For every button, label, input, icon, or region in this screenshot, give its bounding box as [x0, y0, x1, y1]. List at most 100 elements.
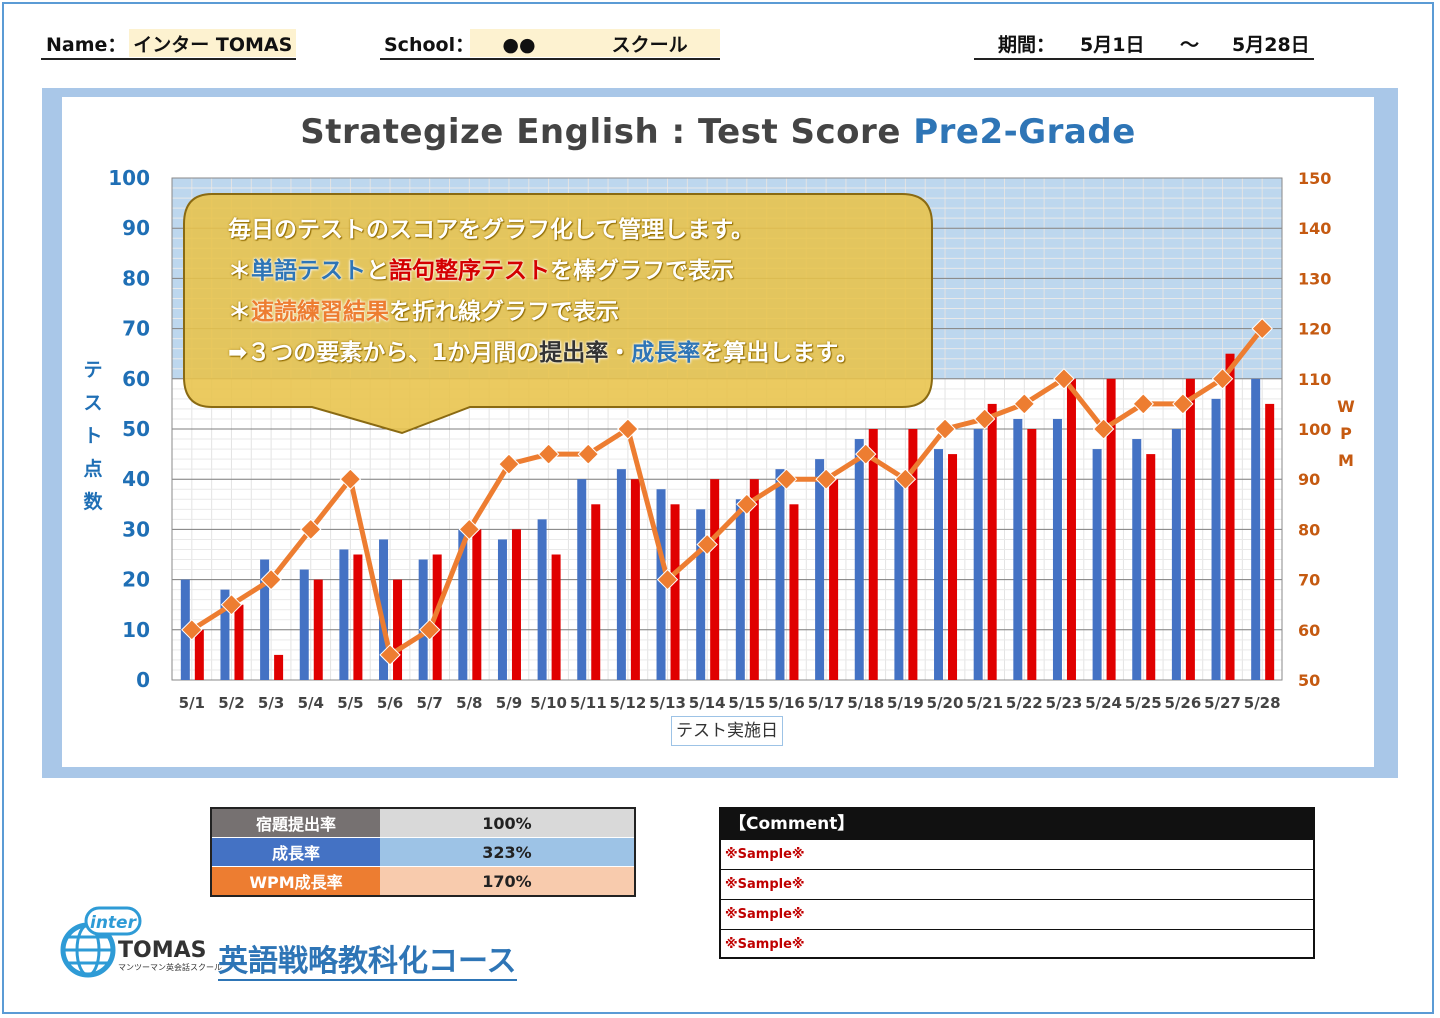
y-tick-label-right: 110 [1298, 370, 1331, 389]
x-tick-label: 5/10 [530, 694, 567, 712]
y-tick-label-right: 150 [1298, 169, 1331, 188]
bar-ordering [829, 479, 839, 680]
x-tick-label: 5/26 [1164, 694, 1201, 712]
y-tick-label-right: 120 [1298, 320, 1331, 339]
y-tick-label-left: 50 [122, 417, 150, 441]
y-tick-label-right: 80 [1298, 520, 1320, 539]
stats-row: 宿題提出率 100% [211, 808, 635, 838]
bar-ordering [313, 579, 323, 680]
y-tick-label-right: 50 [1298, 671, 1320, 690]
bar-ordering [1225, 353, 1235, 680]
stats-value: 100% [380, 808, 635, 838]
x-tick-label: 5/20 [927, 694, 964, 712]
bar-ordering [274, 654, 284, 680]
bar-ordering [591, 504, 601, 680]
comment-row[interactable]: ※Sample※ [721, 839, 1313, 869]
bar-vocab [934, 449, 944, 680]
x-tick-label: 5/22 [1006, 694, 1043, 712]
bar-vocab [1171, 429, 1181, 680]
bar-vocab [894, 479, 904, 680]
stats-row: WPM成長率 170% [211, 866, 635, 897]
bar-vocab [497, 539, 507, 680]
bar-vocab [339, 549, 349, 680]
stats-value: 170% [380, 866, 635, 897]
x-tick-label: 5/25 [1125, 694, 1162, 712]
bar-ordering [710, 479, 720, 680]
x-tick-label: 5/24 [1085, 694, 1122, 712]
x-tick-label: 5/7 [416, 694, 442, 712]
bar-vocab [815, 459, 825, 680]
bar-vocab [1013, 418, 1023, 680]
comment-row[interactable]: ※Sample※ [721, 899, 1313, 929]
y-tick-label-left: 20 [122, 568, 150, 592]
y-tick-label-left: 100 [108, 166, 150, 190]
stats-label: 宿題提出率 [211, 808, 380, 838]
bar-vocab [1052, 418, 1062, 680]
y-axis-label-right: WPM [1337, 397, 1355, 470]
x-tick-label: 5/2 [218, 694, 244, 712]
callout-text: 毎日のテストのスコアをグラフ化して管理します。 ＊単語テストと語句整序テストを棒… [228, 210, 859, 374]
stats-label: WPM成長率 [211, 866, 380, 897]
bar-ordering [393, 579, 403, 680]
stats-row: 成長率 323% [211, 837, 635, 867]
comment-box: 【Comment】 ※Sample※ ※Sample※ ※Sample※ ※Sa… [719, 807, 1315, 959]
x-tick-label: 5/21 [966, 694, 1003, 712]
stats-label: 成長率 [211, 837, 380, 867]
comment-row[interactable]: ※Sample※ [721, 929, 1313, 959]
stats-table: 宿題提出率 100% 成長率 323% WPM成長率 170% [210, 807, 636, 897]
x-tick-label: 5/23 [1046, 694, 1083, 712]
x-tick-label: 5/15 [728, 694, 765, 712]
logo-tagline: マンツーマン英会話スクール [118, 963, 222, 972]
x-tick-label: 5/11 [570, 694, 607, 712]
bar-ordering [511, 529, 521, 680]
y-tick-label-right: 70 [1298, 571, 1320, 590]
y-tick-label-left: 40 [122, 467, 150, 491]
bar-ordering [194, 629, 204, 680]
bar-ordering [987, 403, 997, 680]
x-tick-label: 5/28 [1244, 694, 1281, 712]
y-tick-label-right: 130 [1298, 269, 1331, 288]
bar-ordering [1146, 454, 1156, 680]
bar-vocab [418, 559, 428, 680]
callout-line-4: ➡３つの要素から、1か月間の提出率・成長率を算出します。 [228, 340, 859, 366]
x-tick-label: 5/9 [496, 694, 522, 712]
bar-vocab [696, 509, 706, 680]
bar-vocab [1132, 439, 1142, 680]
y-tick-label-right: 90 [1298, 470, 1320, 489]
x-axis-label: テスト実施日 [671, 716, 783, 746]
y-tick-label-right: 140 [1298, 219, 1331, 238]
x-tick-label: 5/18 [847, 694, 884, 712]
x-tick-label: 5/3 [258, 694, 284, 712]
callout-line-2: ＊単語テストと語句整序テストを棒グラフで表示 [228, 258, 734, 284]
y-tick-label-left: 90 [122, 216, 150, 240]
bar-ordering [630, 479, 640, 680]
bar-ordering [234, 604, 244, 680]
x-tick-label: 5/12 [609, 694, 646, 712]
x-tick-label: 5/4 [298, 694, 324, 712]
x-tick-label: 5/17 [808, 694, 845, 712]
y-tick-label-left: 80 [122, 266, 150, 290]
comment-row[interactable]: ※Sample※ [721, 869, 1313, 899]
bar-vocab [1211, 398, 1221, 680]
bar-vocab [1092, 449, 1102, 680]
bar-ordering [1027, 429, 1037, 680]
bar-ordering [948, 454, 958, 680]
callout-line-3: ＊速読練習結果を折れ線グラフで表示 [228, 299, 619, 325]
x-tick-label: 5/1 [179, 694, 205, 712]
bar-ordering [1185, 378, 1195, 680]
x-tick-label: 5/13 [649, 694, 686, 712]
x-tick-label: 5/14 [689, 694, 726, 712]
y-tick-label-right: 100 [1298, 420, 1331, 439]
bar-ordering [551, 554, 561, 680]
bar-vocab [299, 569, 309, 680]
x-tick-label: 5/27 [1204, 694, 1241, 712]
y-tick-label-left: 30 [122, 517, 150, 541]
y-tick-label-left: 70 [122, 317, 150, 341]
bar-ordering [1265, 403, 1275, 680]
stats-value: 323% [380, 837, 635, 867]
bar-vocab [735, 499, 745, 680]
course-title: 英語戦略教科化コース [218, 944, 517, 981]
bar-ordering [670, 504, 680, 680]
x-tick-label: 5/16 [768, 694, 805, 712]
bar-ordering [472, 529, 482, 680]
